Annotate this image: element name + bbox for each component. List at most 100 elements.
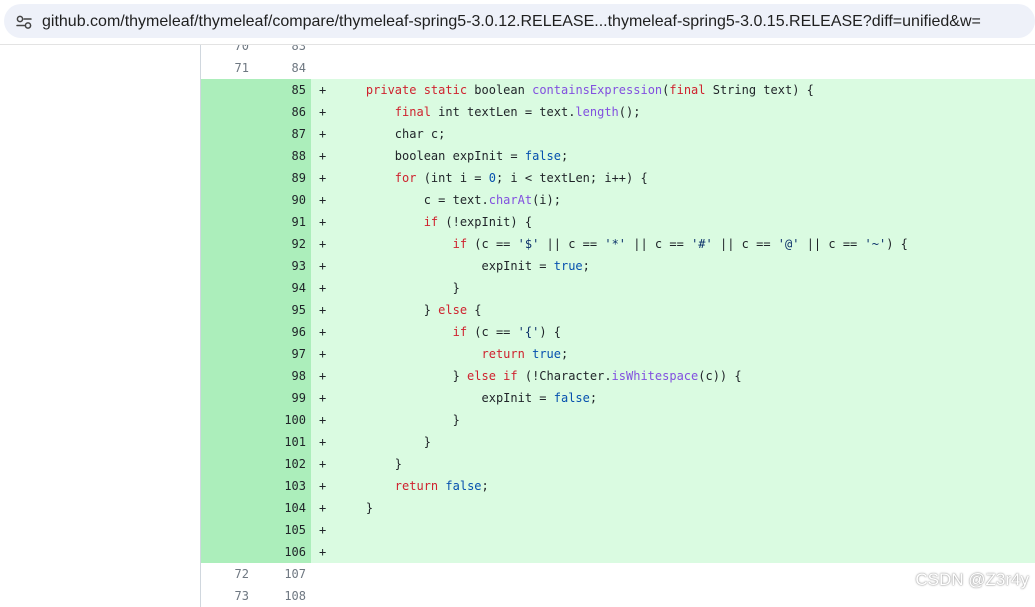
old-line-number[interactable] <box>201 123 249 145</box>
omnibox[interactable]: github.com/thymeleaf/thymeleaf/compare/t… <box>4 4 1035 38</box>
code-token: if <box>452 237 468 251</box>
new-line-number[interactable]: 101 <box>256 431 306 453</box>
new-line-number[interactable]: 91 <box>256 211 306 233</box>
old-line-number[interactable] <box>201 497 249 519</box>
new-line-number[interactable]: 95 <box>256 299 306 321</box>
old-line-number[interactable] <box>201 233 249 255</box>
code-token: c = text. <box>337 193 489 207</box>
diff-marker <box>319 563 333 585</box>
context-line: 71 84 <box>201 57 1035 79</box>
code-token: (int i = <box>416 171 489 185</box>
new-line-number[interactable]: 84 <box>256 57 306 79</box>
old-line-number[interactable] <box>201 189 249 211</box>
old-line-number[interactable] <box>201 409 249 431</box>
diff-marker: + <box>319 479 327 493</box>
code-line: } <box>337 409 460 431</box>
code-token: || c == <box>799 237 865 251</box>
diff-marker: + <box>319 127 327 141</box>
old-line-number[interactable] <box>201 321 249 343</box>
code-token: (!expInit) { <box>438 215 533 229</box>
new-line-number[interactable]: 88 <box>256 145 306 167</box>
new-line-number[interactable]: 85 <box>256 79 306 101</box>
code-token: ; <box>560 149 569 163</box>
code-background <box>311 519 1035 541</box>
new-line-number[interactable]: 96 <box>256 321 306 343</box>
new-line-number[interactable]: 99 <box>256 387 306 409</box>
new-line-number[interactable]: 106 <box>256 541 306 563</box>
diff-marker: + <box>319 457 327 471</box>
diff-marker: + <box>319 391 327 405</box>
new-line-number[interactable]: 100 <box>256 409 306 431</box>
diff-marker: + <box>319 413 327 427</box>
new-line-number[interactable]: 102 <box>256 453 306 475</box>
diff-table: 70 83 71 84 85 + private static boolean conta… <box>200 35 1035 607</box>
old-line-number[interactable] <box>201 431 249 453</box>
old-line-number[interactable] <box>201 475 249 497</box>
diff-marker: + <box>319 369 327 383</box>
old-line-number[interactable] <box>201 79 249 101</box>
old-line-number[interactable] <box>201 365 249 387</box>
new-line-number[interactable]: 92 <box>256 233 306 255</box>
code-token: (!Character. <box>517 369 612 383</box>
old-line-number[interactable] <box>201 145 249 167</box>
site-settings-icon[interactable] <box>16 15 32 29</box>
added-line: 88 + boolean expInit = false; <box>201 145 1035 167</box>
added-line: 94 + } <box>201 277 1035 299</box>
old-line-number[interactable]: 71 <box>201 57 249 79</box>
diff-marker: + <box>319 347 327 361</box>
old-line-number[interactable] <box>201 255 249 277</box>
code-token: expInit = <box>337 391 554 405</box>
diff-marker: + <box>319 193 327 207</box>
old-line-number[interactable] <box>201 519 249 541</box>
url-text[interactable]: github.com/thymeleaf/thymeleaf/compare/t… <box>42 13 981 31</box>
added-line: 106 + <box>201 541 1035 563</box>
code-line: if (c == '{') { <box>337 321 561 343</box>
code-token: char c; <box>337 127 446 141</box>
code-line: } <box>337 277 460 299</box>
new-line-number[interactable]: 98 <box>256 365 306 387</box>
old-line-number[interactable] <box>201 167 249 189</box>
code-line: } <box>337 497 373 519</box>
code-line: for (int i = 0; i < textLen; i++) { <box>337 167 648 189</box>
code-token: (i); <box>532 193 561 207</box>
old-line-number[interactable] <box>201 277 249 299</box>
added-line: 92 + if (c == '$' || c == '*' || c == '#'… <box>201 233 1035 255</box>
diff-marker: + <box>319 83 327 97</box>
old-line-number[interactable] <box>201 211 249 233</box>
new-line-number[interactable]: 104 <box>256 497 306 519</box>
code-line: private static boolean containsExpressio… <box>337 79 814 101</box>
new-line-number[interactable]: 86 <box>256 101 306 123</box>
new-line-number[interactable]: 94 <box>256 277 306 299</box>
new-line-number[interactable]: 89 <box>256 167 306 189</box>
code-token: (c == <box>467 325 518 339</box>
code-token: for <box>394 171 417 185</box>
code-token: false <box>445 479 482 493</box>
old-line-number[interactable] <box>201 541 249 563</box>
old-line-number[interactable]: 72 <box>201 563 249 585</box>
old-line-number[interactable] <box>201 101 249 123</box>
new-line-number[interactable]: 97 <box>256 343 306 365</box>
code-token: '@' <box>777 237 800 251</box>
old-line-number[interactable] <box>201 299 249 321</box>
diff-marker: + <box>319 215 327 229</box>
added-line: 87 + char c; <box>201 123 1035 145</box>
code-background <box>311 541 1035 563</box>
old-line-number[interactable] <box>201 343 249 365</box>
new-line-number[interactable]: 105 <box>256 519 306 541</box>
new-line-number[interactable]: 107 <box>256 563 306 585</box>
new-line-number[interactable]: 90 <box>256 189 306 211</box>
diff-marker: + <box>319 303 327 317</box>
new-line-number[interactable]: 93 <box>256 255 306 277</box>
code-token: } <box>337 501 374 515</box>
old-line-number[interactable]: 73 <box>201 585 249 607</box>
old-line-number[interactable] <box>201 453 249 475</box>
code-line: char c; <box>337 123 446 145</box>
new-line-number[interactable]: 103 <box>256 475 306 497</box>
old-line-number[interactable] <box>201 387 249 409</box>
new-line-number[interactable]: 87 <box>256 123 306 145</box>
diff-marker: + <box>319 171 327 185</box>
toolbar-divider <box>0 44 1035 45</box>
new-line-number[interactable]: 108 <box>256 585 306 607</box>
